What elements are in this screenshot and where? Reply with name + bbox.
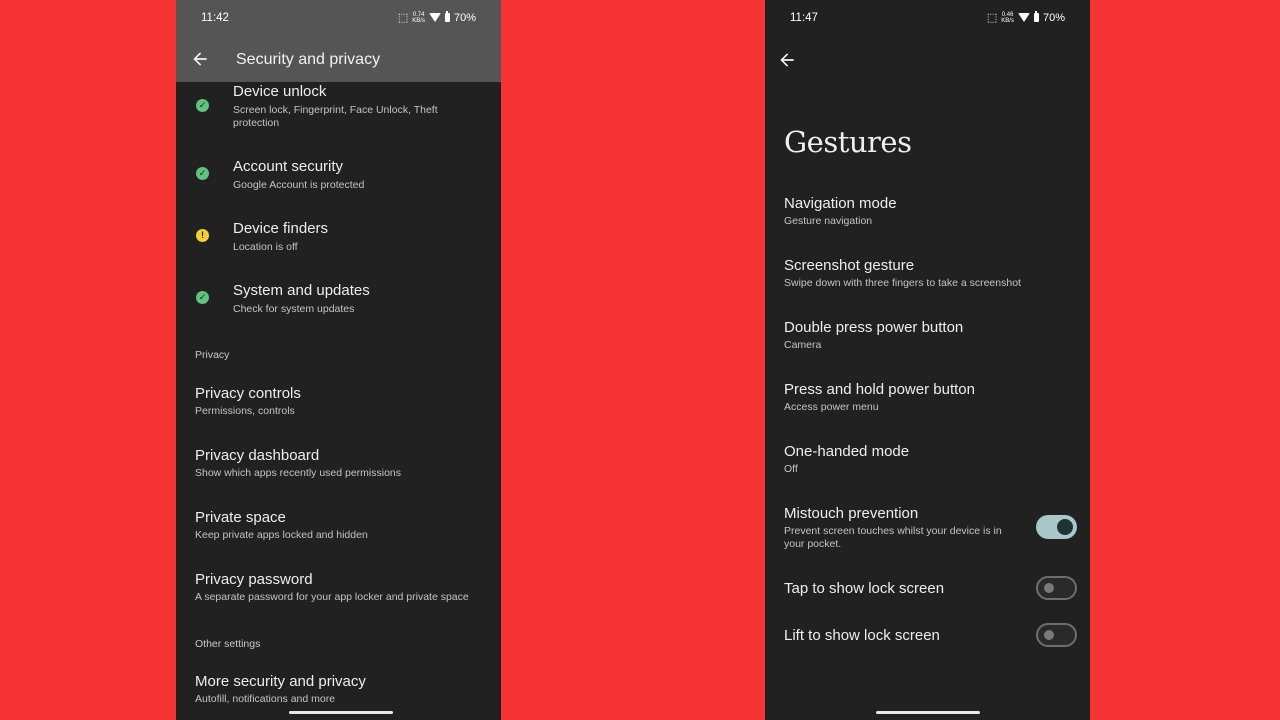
item-title: System and updates [233,282,370,299]
settings-item-more-security[interactable]: More security and privacy Autofill, noti… [176,665,501,715]
mistouch-toggle[interactable] [1036,515,1077,539]
item-subtitle: A separate password for your app locker … [195,591,469,603]
battery-icon [444,11,450,22]
item-title: Privacy controls [195,385,301,402]
settings-item-screenshot-gesture[interactable]: Screenshot gesture Swipe down with three… [765,249,1090,299]
check-circle-icon: ✓ [196,167,209,180]
status-time: 11:42 [201,12,229,24]
item-title: Double press power button [784,319,964,336]
warning-circle-icon: ! [196,229,209,242]
item-title: Account security [233,158,344,175]
wifi-icon [1017,13,1030,22]
settings-item-one-handed-mode[interactable]: One-handed mode Off [765,435,1090,485]
settings-item-system-updates[interactable]: ✓ System and updates Check for system up… [176,274,501,324]
item-subtitle: Keep private apps locked and hidden [195,529,368,541]
item-subtitle: Autofill, notifications and more [195,693,336,705]
settings-item-privacy-controls[interactable]: Privacy controls Permissions, controls [176,377,501,427]
item-subtitle: Prevent screen touches whilst your devic… [784,525,1002,550]
toggle-knob [1057,519,1073,535]
settings-item-privacy-password[interactable]: Privacy password A separate password for… [176,563,501,613]
phone-screen-gestures: 11:47 ⬚ 0.46 KB/s 70% Gestures Navigatio… [765,0,1090,720]
item-title: More security and privacy [195,673,366,690]
item-subtitle: Off [784,463,798,475]
status-icons: ⬚ 0.46 KB/s 70% [987,11,1065,24]
item-subtitle: Swipe down with three fingers to take a … [784,277,1021,289]
check-circle-icon: ✓ [196,291,209,304]
item-title: Private space [195,509,286,526]
network-speed-unit: KB/s [1001,17,1014,24]
item-title: Mistouch prevention [784,505,919,522]
network-speed: 0.46 KB/s [1001,12,1014,24]
wifi-icon [428,13,441,22]
settings-item-press-hold-power[interactable]: Press and hold power button Access power… [765,373,1090,423]
status-icons: ⬚ 0.74 KB/s 70% [398,11,476,24]
item-title: Press and hold power button [784,381,975,398]
settings-item-tap-lock-screen[interactable]: Tap to show lock screen [765,570,1090,606]
item-subtitle: Screen lock, Fingerprint, Face Unlock, T… [233,104,438,129]
vibrate-icon: ⬚ [397,12,409,24]
network-speed-unit: KB/s [412,17,425,24]
lift-lock-screen-toggle[interactable] [1036,623,1077,647]
back-arrow-icon[interactable] [777,50,801,74]
item-title: Screenshot gesture [784,257,915,274]
check-circle-icon: ✓ [196,99,209,112]
gesture-home-bar[interactable] [876,711,980,714]
item-subtitle: Check for system updates [233,303,355,315]
settings-item-device-unlock[interactable]: ✓ Device unlock Screen lock, Fingerprint… [176,82,501,140]
settings-item-mistouch-prevention[interactable]: Mistouch prevention Prevent screen touch… [765,497,1090,559]
item-title: Device unlock [233,83,327,100]
settings-item-device-finders[interactable]: ! Device finders Location is off [176,212,501,262]
status-bar: 11:42 ⬚ 0.74 KB/s 70% [176,0,501,38]
item-title: Privacy password [195,571,313,588]
top-app-bar: 11:42 ⬚ 0.74 KB/s 70% Security and priva… [176,0,501,82]
settings-item-privacy-dashboard[interactable]: Privacy dashboard Show which apps recent… [176,439,501,489]
settings-item-double-press-power[interactable]: Double press power button Camera [765,311,1090,361]
settings-item-account-security[interactable]: ✓ Account security Google Account is pro… [176,150,501,200]
item-subtitle: Show which apps recently used permission… [195,467,402,479]
gesture-home-bar[interactable] [289,711,393,714]
item-title: One-handed mode [784,443,910,460]
settings-item-lift-lock-screen[interactable]: Lift to show lock screen [765,617,1090,653]
battery-percent: 70% [1042,11,1065,24]
battery-percent: 70% [453,11,476,24]
tap-lock-screen-toggle[interactable] [1036,576,1077,600]
page-title: Gestures [784,125,912,159]
page-title: Security and privacy [236,51,381,68]
item-subtitle: Location is off [233,241,298,253]
status-bar: 11:47 ⬚ 0.46 KB/s 70% [765,0,1090,38]
toggle-knob [1044,630,1054,640]
section-header-other-settings: Other settings [195,638,261,650]
item-subtitle: Gesture navigation [784,215,873,227]
section-header-privacy: Privacy [195,349,230,361]
item-title: Tap to show lock screen [784,580,945,597]
settings-item-navigation-mode[interactable]: Navigation mode Gesture navigation [765,187,1090,237]
item-subtitle: Permissions, controls [195,405,295,417]
phone-screen-security-privacy: 11:42 ⬚ 0.74 KB/s 70% Security and priva… [176,0,501,720]
item-title: Device finders [233,220,329,237]
settings-item-private-space[interactable]: Private space Keep private apps locked a… [176,501,501,551]
network-speed: 0.74 KB/s [412,12,425,24]
item-title: Lift to show lock screen [784,627,940,644]
battery-icon [1033,11,1039,22]
item-subtitle: Access power menu [784,401,879,413]
back-arrow-icon[interactable] [190,49,214,73]
status-time: 11:47 [790,12,818,24]
item-subtitle: Camera [784,339,822,351]
vibrate-icon: ⬚ [986,12,998,24]
item-title: Navigation mode [784,195,897,212]
item-subtitle: Google Account is protected [233,179,365,191]
toggle-knob [1044,583,1054,593]
item-title: Privacy dashboard [195,447,320,464]
